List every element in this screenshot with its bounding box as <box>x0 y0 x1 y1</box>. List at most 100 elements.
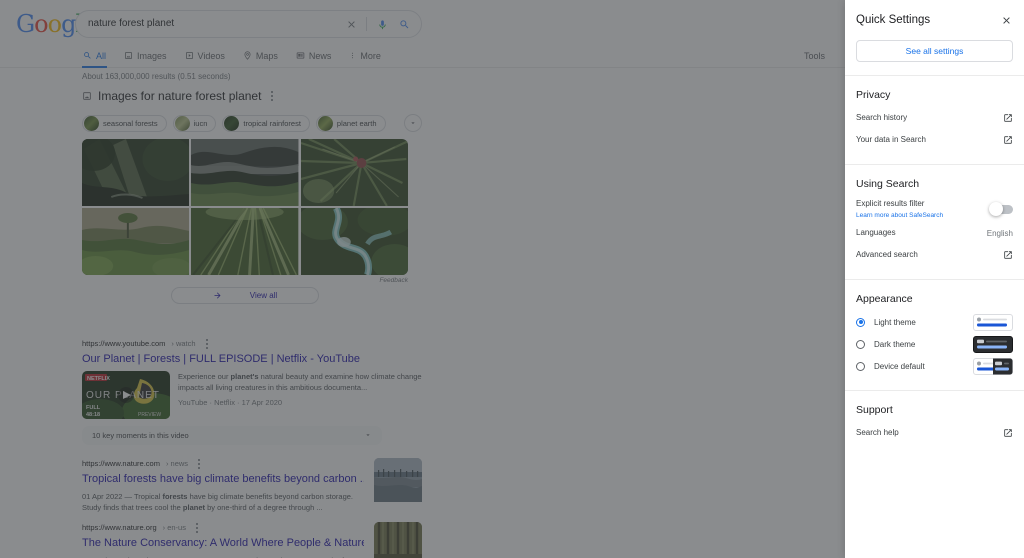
radio-row-device-default[interactable]: Device default <box>856 355 1013 377</box>
image-result-5[interactable] <box>191 208 299 275</box>
row-label: Advanced search <box>856 250 918 259</box>
row-label: Search history <box>856 113 908 122</box>
section-appearance: Appearance Light theme Dark theme Device… <box>845 292 1024 377</box>
result-title[interactable]: Tropical forests have big climate benefi… <box>82 471 364 487</box>
row-search-history[interactable]: Search history <box>856 107 1013 129</box>
light-theme-preview <box>973 313 1013 331</box>
search-nav-tabs: All Images Videos Maps News More Tools <box>0 44 845 68</box>
result-title[interactable]: Our Planet | Forests | FULL EPISODE | Ne… <box>82 351 422 367</box>
radio-label: Light theme <box>874 317 916 327</box>
search-input[interactable]: nature forest planet <box>76 17 340 31</box>
chip-thumbnail <box>317 115 333 131</box>
key-moments-label: 10 key moments in this video <box>92 431 189 440</box>
svg-text:FULL: FULL <box>86 405 101 411</box>
images-feedback-link[interactable]: Feedback <box>82 277 408 284</box>
result-menu-icon[interactable] <box>194 458 204 469</box>
search-results-page: Google nature forest planet <box>0 0 845 558</box>
result-thumbnail[interactable] <box>374 522 422 558</box>
key-moments-expander[interactable]: 10 key moments in this video <box>82 426 382 445</box>
external-link-icon[interactable] <box>1003 135 1013 145</box>
images-pack-title: Images for nature forest planet <box>98 89 262 103</box>
result-breadcrumb: › watch <box>171 339 196 348</box>
tab-images[interactable]: Images <box>123 44 168 68</box>
external-link-icon[interactable] <box>1003 250 1013 260</box>
image-result-2[interactable] <box>191 139 299 206</box>
tab-videos-label: Videos <box>197 50 225 61</box>
result-thumbnail[interactable] <box>374 458 422 513</box>
chip-thumbnail <box>84 115 99 131</box>
result-breadcrumb: › en-us <box>162 523 186 532</box>
tab-news[interactable]: News <box>295 44 333 68</box>
safesearch-learn-more-link[interactable]: Learn more about SafeSearch <box>856 211 943 220</box>
section-support: Support Search help <box>845 403 1024 444</box>
view-all-container: View all <box>82 287 408 304</box>
result-title[interactable]: The Nature Conservancy: A World Where Pe… <box>82 535 364 551</box>
tab-more[interactable]: More <box>348 44 382 68</box>
row-languages[interactable]: Languages English <box>856 222 1013 244</box>
radio-device-default[interactable] <box>856 361 865 371</box>
tab-videos[interactable]: Videos <box>184 44 226 68</box>
page-root: Google nature forest planet <box>0 0 1024 558</box>
row-right <box>1003 113 1013 123</box>
result-menu-icon[interactable] <box>202 338 212 349</box>
row-search-help[interactable]: Search help <box>856 422 1013 444</box>
radio-light-theme[interactable] <box>856 317 865 327</box>
row-advanced-search[interactable]: Advanced search <box>856 244 1013 266</box>
snippet-bold2: planet <box>182 503 205 512</box>
result-url: https://www.nature.org <box>82 523 157 532</box>
theme-preview-device-default[interactable] <box>973 357 1013 375</box>
image-results-grid <box>82 139 408 275</box>
chip-tropical-rainforest[interactable]: tropical rainforest <box>222 114 310 132</box>
external-link-icon[interactable] <box>1003 428 1013 438</box>
search-icon <box>84 52 91 59</box>
clear-search-icon[interactable] <box>340 19 362 30</box>
search-result-nature-com: https://www.nature.com › news Tropical f… <box>82 458 422 513</box>
device-default-theme-preview <box>973 357 1013 375</box>
explicit-results-toggle[interactable] <box>989 202 1013 216</box>
arrow-right-icon <box>214 292 221 299</box>
tab-all-label: All <box>96 50 107 61</box>
chip-planet-earth[interactable]: planet earth <box>315 114 386 132</box>
theme-preview-light[interactable] <box>973 313 1013 331</box>
svg-text:NETFLIX: NETFLIX <box>87 376 110 382</box>
tab-all[interactable]: All <box>82 44 108 68</box>
radio-row-dark-theme[interactable]: Dark theme <box>856 333 1013 355</box>
video-thumbnail[interactable]: NETFLIX OUR PLANET FULL 48:18 PREVIEW <box>82 371 170 419</box>
theme-preview-dark[interactable] <box>973 335 1013 353</box>
radio-row-light-theme[interactable]: Light theme <box>856 311 1013 333</box>
view-all-button[interactable]: View all <box>171 287 319 304</box>
radio-dark-theme[interactable] <box>856 339 865 349</box>
see-all-settings-button[interactable]: See all settings <box>856 40 1013 62</box>
row-right: English <box>987 229 1013 238</box>
external-link-icon[interactable] <box>1003 113 1013 123</box>
row-label: Languages <box>856 228 896 237</box>
tab-maps[interactable]: Maps <box>242 44 279 68</box>
kebab-icon <box>352 52 354 59</box>
radio-label: Dark theme <box>874 339 916 349</box>
image-result-4[interactable] <box>82 208 190 275</box>
tab-images-label: Images <box>137 50 167 61</box>
image-result-1[interactable] <box>82 139 190 206</box>
chip-iucn[interactable]: iucn <box>172 114 217 132</box>
row-your-data-in-search[interactable]: Your data in Search <box>856 129 1013 151</box>
tools-button[interactable]: Tools <box>804 51 825 61</box>
image-pack-icon <box>83 92 91 100</box>
logo-letter-o2: o <box>47 10 62 38</box>
chevron-down-icon[interactable] <box>404 114 422 132</box>
result-menu-icon[interactable] <box>192 522 202 533</box>
close-icon[interactable] <box>999 13 1013 27</box>
image-result-3[interactable] <box>300 139 408 206</box>
chip-seasonal-forests[interactable]: seasonal forests <box>82 114 167 132</box>
row-label: Your data in Search <box>856 135 926 144</box>
result-stats: About 163,000,000 results (0.51 seconds) <box>82 72 231 81</box>
images-pack-menu-icon[interactable] <box>267 91 277 101</box>
row-right <box>989 202 1013 216</box>
result-url-row: https://www.nature.org › en-us <box>82 522 364 533</box>
search-box[interactable]: nature forest planet <box>75 10 422 38</box>
result-text-col: https://www.nature.org › en-us The Natur… <box>82 522 364 558</box>
microphone-icon[interactable] <box>371 19 393 30</box>
section-privacy: Privacy Search history Your data in Sear… <box>845 88 1024 151</box>
row-explicit-results-filter[interactable]: Explicit results filter Learn more about… <box>856 196 1013 222</box>
image-result-6[interactable] <box>300 208 408 275</box>
search-submit-icon[interactable] <box>393 19 415 30</box>
